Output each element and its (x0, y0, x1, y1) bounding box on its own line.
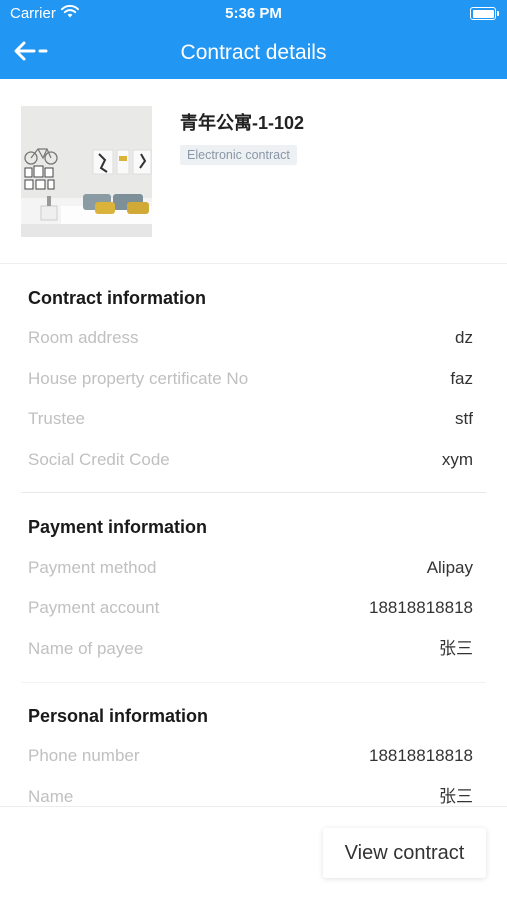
row-label: Social Credit Code (28, 450, 170, 469)
page-title: Contract details (180, 41, 327, 64)
row-social-credit-code: Social Credit Code xym (28, 448, 473, 472)
row-value: Alipay (426, 558, 473, 577)
row-label: Room address (28, 328, 139, 347)
row-label: Payment method (28, 558, 157, 577)
row-value: 18818818818 (368, 746, 473, 765)
row-label: House property certificate No (28, 369, 249, 388)
property-thumbnail (21, 106, 152, 237)
row-value: 18818818818 (368, 598, 473, 617)
row-value: 张三 (439, 639, 473, 658)
property-card[interactable]: 青年公寓-1-102 Electronic contract (0, 79, 507, 264)
status-bar: Carrier 5:36 PM (0, 0, 507, 28)
section-title: Contract information (28, 288, 206, 308)
row-name-of-payee: Name of payee 张三 (28, 637, 473, 661)
row-value: faz (450, 369, 473, 388)
section-title: Personal information (28, 706, 209, 726)
row-label: Trustee (28, 409, 86, 428)
battery-icon (470, 7, 499, 20)
view-contract-button[interactable]: View contract (323, 828, 486, 878)
property-name: 青年公寓-1-102 (180, 113, 305, 133)
app-header: Carrier 5:36 PM Contract details (0, 0, 507, 79)
section-title: Payment information (28, 517, 208, 537)
row-label: Payment account (28, 598, 160, 617)
row-trustee: Trustee stf (28, 407, 473, 431)
contract-type-badge: Electronic contract (180, 145, 297, 165)
row-phone-number: Phone number 18818818818 (28, 744, 473, 768)
row-value: dz (455, 328, 473, 347)
row-value: xym (441, 450, 473, 469)
row-value: stf (455, 409, 473, 428)
row-property-certificate: House property certificate No faz (28, 367, 473, 391)
row-payment-account: Payment account 18818818818 (28, 596, 473, 620)
row-label: Phone number (28, 746, 140, 765)
row-label: Name of payee (28, 639, 144, 658)
row-room-address: Room address dz (28, 326, 473, 350)
row-payment-method: Payment method Alipay (28, 556, 473, 580)
section-divider (21, 682, 486, 683)
section-divider (21, 492, 486, 493)
status-time: 5:36 PM (225, 5, 282, 22)
